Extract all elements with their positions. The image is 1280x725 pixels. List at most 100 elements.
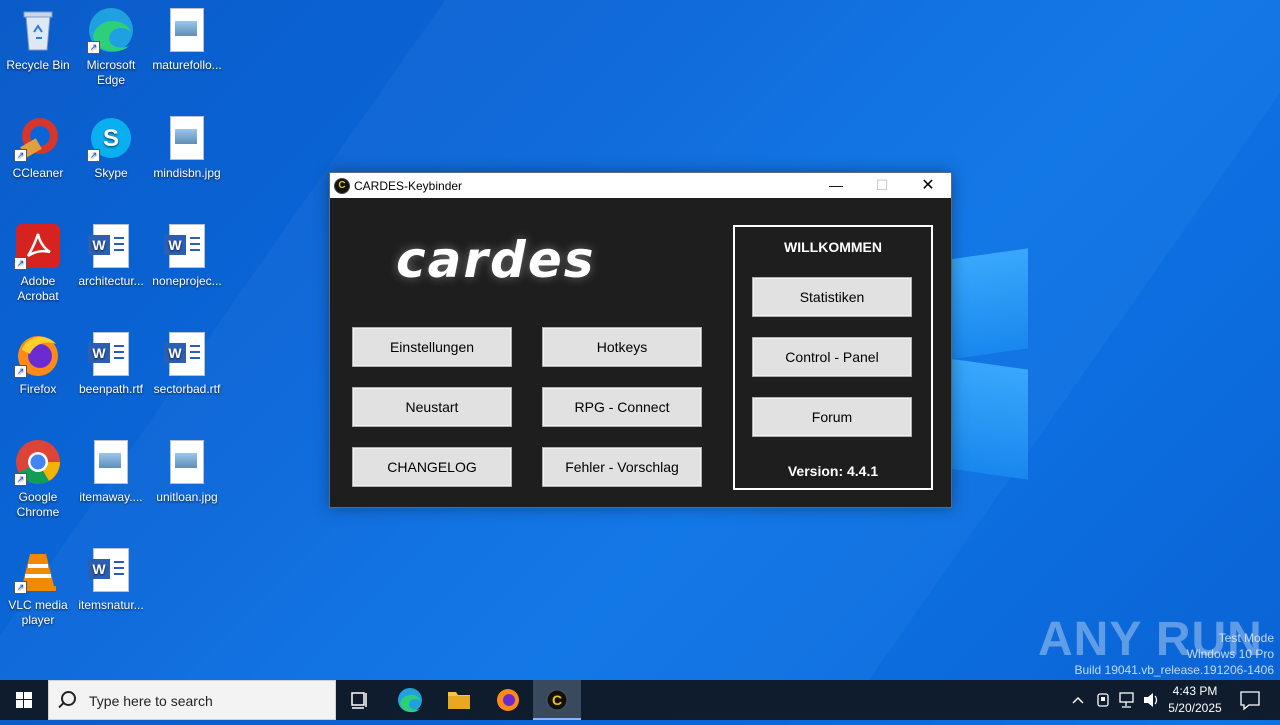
- cardes-logo: cardes: [396, 231, 596, 289]
- forum-button[interactable]: Forum: [752, 397, 912, 437]
- taskbar: Type here to search C 4:43 PM 5/20/2025: [0, 680, 1280, 720]
- desktop-icon-itemsnatur[interactable]: W itemsnatur...: [73, 540, 149, 613]
- firefox-icon: [497, 689, 519, 711]
- svg-text:S: S: [103, 125, 119, 152]
- desktop-icon-firefox[interactable]: ↗ Firefox: [0, 324, 76, 397]
- taskbar-file-explorer-button[interactable]: [435, 680, 483, 720]
- taskbar-firefox-button[interactable]: [484, 680, 532, 720]
- cardes-app-icon: C: [546, 689, 568, 711]
- start-button[interactable]: [0, 680, 48, 720]
- volume-button[interactable]: [1140, 680, 1162, 720]
- firefox-icon: ↗: [14, 330, 62, 378]
- show-hidden-icons-button[interactable]: [1068, 680, 1088, 720]
- desktop-icon-unitloan[interactable]: unitloan.jpg: [149, 432, 225, 505]
- desktop-icon-label: Recycle Bin: [6, 58, 70, 72]
- chrome-icon: ↗: [14, 438, 62, 486]
- desktop-icon-recycle-bin[interactable]: Recycle Bin: [0, 0, 76, 73]
- windows-test-mode-watermark: Test Mode Windows 10 Pro Build 19041.vb_…: [1075, 630, 1275, 678]
- network-icon: [1119, 692, 1134, 708]
- clock-date: 5/20/2025: [1168, 701, 1222, 715]
- desktop-icon-label: sectorbad.rtf: [153, 382, 221, 396]
- search-icon: [61, 691, 76, 706]
- desktop-icon-label: itemsnatur...: [78, 598, 144, 612]
- cardes-keybinder-window: C CARDES-Keybinder — ☐ ✕ cardes Einstell…: [329, 172, 952, 508]
- fehler-vorschlag-button[interactable]: Fehler - Vorschlag: [542, 447, 702, 487]
- svg-text:C: C: [552, 692, 562, 708]
- desktop-icon-adobe-acrobat[interactable]: ↗ Adobe Acrobat: [0, 216, 76, 304]
- tray-device-button[interactable]: [1092, 680, 1114, 720]
- welcome-panel: WILLKOMMEN Statistiken Control - Panel F…: [733, 225, 933, 490]
- task-view-button[interactable]: [336, 680, 384, 720]
- desktop-icon-architectur[interactable]: W architectur...: [73, 216, 149, 289]
- desktop-icon-google-chrome[interactable]: ↗ Google Chrome: [0, 432, 76, 520]
- welcome-title: WILLKOMMEN: [784, 239, 882, 255]
- network-button[interactable]: [1116, 680, 1138, 720]
- windows-wallpaper-logo: [948, 240, 1028, 480]
- notification-icon: [1240, 691, 1260, 711]
- minimize-button[interactable]: —: [813, 173, 859, 198]
- desktop-icon-label: Microsoft Edge: [86, 58, 136, 87]
- ccleaner-icon: ↗: [14, 114, 62, 162]
- desktop-icon-skype[interactable]: S ↗ Skype: [73, 108, 149, 181]
- desktop-icon-label: beenpath.rtf: [78, 382, 144, 396]
- edge-icon: ↗: [87, 6, 135, 54]
- desktop-icon-label: maturefollo...: [152, 58, 222, 72]
- desktop-icon-label: unitloan.jpg: [156, 490, 218, 504]
- neustart-button[interactable]: Neustart: [352, 387, 512, 427]
- taskbar-clock[interactable]: 4:43 PM 5/20/2025: [1160, 683, 1230, 717]
- image-file-icon: [87, 438, 135, 486]
- word-document-icon: W: [163, 222, 211, 270]
- desktop-icon-label: Skype: [94, 166, 128, 180]
- desktop-icon-label: Firefox: [19, 382, 57, 396]
- acrobat-icon: ↗: [14, 222, 62, 270]
- einstellungen-button[interactable]: Einstellungen: [352, 327, 512, 367]
- close-icon: ✕: [921, 177, 935, 194]
- word-document-icon: W: [87, 546, 135, 594]
- maximize-icon: ☐: [875, 177, 889, 193]
- desktop-icon-label: VLC media player: [8, 598, 68, 627]
- window-titlebar[interactable]: C CARDES-Keybinder — ☐ ✕: [330, 173, 951, 198]
- desktop-icon-noneprojec[interactable]: W noneprojec...: [149, 216, 225, 289]
- desktop-icon-itemaway[interactable]: itemaway....: [73, 432, 149, 505]
- control-panel-button[interactable]: Control - Panel: [752, 337, 912, 377]
- taskbar-cardes-button[interactable]: C: [533, 680, 581, 720]
- desktop-icon-microsoft-edge[interactable]: ↗ Microsoft Edge: [73, 0, 149, 88]
- changelog-button[interactable]: CHANGELOG: [352, 447, 512, 487]
- usb-device-icon: [1097, 693, 1109, 707]
- taskbar-edge-button[interactable]: [386, 680, 434, 720]
- rpg-connect-button[interactable]: RPG - Connect: [542, 387, 702, 427]
- skype-icon: S ↗: [87, 114, 135, 162]
- vlc-icon: ↗: [14, 546, 62, 594]
- close-button[interactable]: ✕: [905, 173, 951, 198]
- hotkeys-button[interactable]: Hotkeys: [542, 327, 702, 367]
- clock-time: 4:43 PM: [1172, 684, 1218, 698]
- desktop-icon-label: itemaway....: [79, 490, 143, 504]
- word-document-icon: W: [87, 222, 135, 270]
- recycle-bin-icon: [14, 6, 62, 54]
- desktop-icon-beenpath[interactable]: W beenpath.rtf: [73, 324, 149, 397]
- task-view-icon: [351, 692, 367, 709]
- desktop-icon-sectorbad[interactable]: W sectorbad.rtf: [149, 324, 225, 397]
- desktop-icon-label: mindisbn.jpg: [153, 166, 221, 180]
- desktop-icon-label: Adobe Acrobat: [17, 274, 59, 303]
- image-file-icon: [163, 438, 211, 486]
- version-label: Version: 4.4.1: [787, 463, 879, 479]
- windows-start-icon: [16, 692, 32, 708]
- desktop-icon-label: CCleaner: [12, 166, 64, 180]
- desktop-icon-label: noneprojec...: [152, 274, 222, 288]
- desktop-icon-ccleaner[interactable]: ↗ CCleaner: [0, 108, 76, 181]
- window-title: CARDES-Keybinder: [354, 179, 463, 193]
- minimize-icon: —: [829, 177, 843, 193]
- maximize-button: ☐: [859, 173, 905, 198]
- action-center-button[interactable]: [1232, 680, 1268, 720]
- desktop-icon-mindisbn[interactable]: mindisbn.jpg: [149, 108, 225, 181]
- desktop-icon-vlc[interactable]: ↗ VLC media player: [0, 540, 76, 628]
- word-document-icon: W: [163, 330, 211, 378]
- statistiken-button[interactable]: Statistiken: [752, 277, 912, 317]
- watermark-line: Test Mode: [1218, 631, 1274, 645]
- taskbar-search-box[interactable]: Type here to search: [48, 680, 336, 720]
- speaker-icon: [1144, 693, 1158, 707]
- watermark-line: Build 19041.vb_release.191206-1406: [1074, 663, 1275, 677]
- desktop-icon-maturefollo[interactable]: maturefollo...: [149, 0, 225, 73]
- edge-icon: [398, 688, 422, 713]
